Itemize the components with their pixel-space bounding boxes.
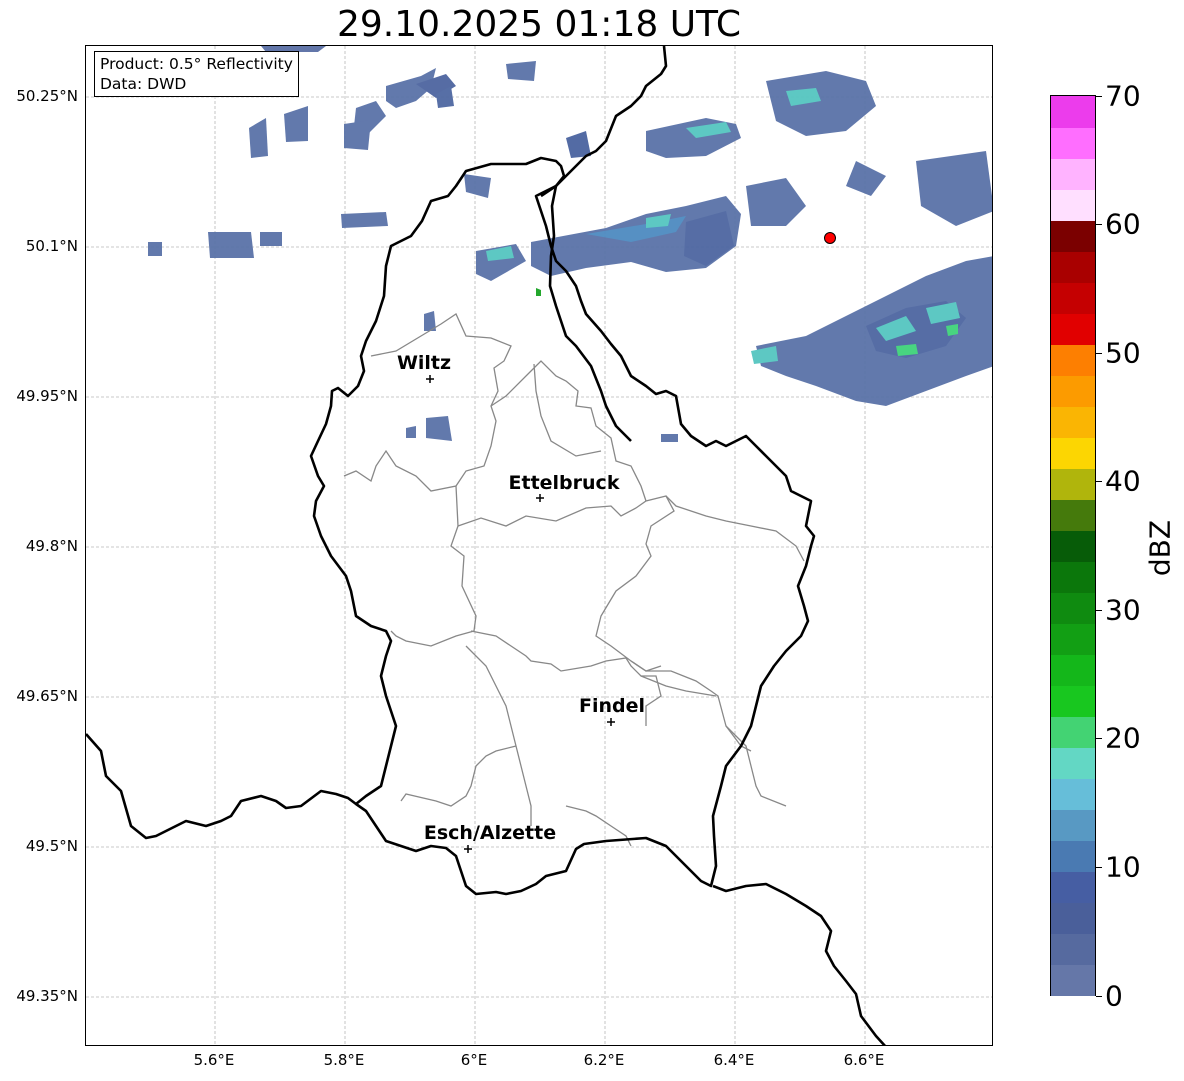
city-label-wiltz: Wiltz <box>397 352 451 374</box>
colorbar-segment <box>1051 437 1095 469</box>
colorbar-segment <box>1051 530 1095 562</box>
colorbar-tick-label: 50 <box>1105 336 1141 370</box>
city-label-findel: Findel <box>579 695 645 717</box>
lon-label: 6.4°E <box>713 1051 755 1069</box>
colorbar-segment <box>1051 654 1095 686</box>
colorbar-segment <box>1051 282 1095 314</box>
lon-label: 5.8°E <box>323 1051 365 1069</box>
colorbar-segment <box>1051 592 1095 624</box>
map-panel[interactable]: Wiltz Ettelbruck Findel Esch/Alzette <box>85 45 993 1046</box>
lon-label: 5.6°E <box>193 1051 235 1069</box>
colorbar-segment <box>1051 468 1095 500</box>
lat-label: 49.35°N <box>16 987 78 1005</box>
gridlines <box>86 46 992 1045</box>
map-canvas: Wiltz Ettelbruck Findel Esch/Alzette <box>86 46 992 1045</box>
colorbar-segment <box>1051 499 1095 531</box>
colorbar-segment <box>1051 840 1095 872</box>
lon-label: 6.6°E <box>843 1051 885 1069</box>
colorbar-segment <box>1051 778 1095 810</box>
colorbar-segment <box>1051 375 1095 407</box>
colorbar-tick-label: 30 <box>1105 593 1141 627</box>
data-source-label: Data: DWD <box>100 75 187 93</box>
lat-label: 49.8°N <box>25 537 78 555</box>
colorbar-segment <box>1051 96 1095 128</box>
city-marker-findel: Findel <box>579 695 645 726</box>
colorbar-segment <box>1051 623 1095 655</box>
colorbar-segment <box>1051 964 1095 996</box>
city-marker-ettelbruck: Ettelbruck <box>509 472 620 502</box>
colorbar-segment <box>1051 344 1095 376</box>
colorbar-segment <box>1051 902 1095 934</box>
colorbar-segment <box>1051 251 1095 283</box>
city-label-ettelbruck: Ettelbruck <box>509 472 620 494</box>
colorbar-tick-label: 10 <box>1105 850 1141 884</box>
lat-label: 49.5°N <box>25 837 78 855</box>
colorbar-segment <box>1051 716 1095 748</box>
colorbar-segment <box>1051 406 1095 438</box>
lat-label: 50.25°N <box>16 87 78 105</box>
colorbar-tick-label: 40 <box>1105 464 1141 498</box>
colorbar-segment <box>1051 809 1095 841</box>
colorbar-segment <box>1051 158 1095 190</box>
radar-echoes <box>148 46 992 442</box>
lat-label: 49.65°N <box>16 687 78 705</box>
colorbar-tick-label: 20 <box>1105 721 1141 755</box>
product-label: Product: 0.5° Reflectivity <box>100 55 293 73</box>
lat-label: 50.1°N <box>25 237 78 255</box>
colorbar-title: dBZ <box>1143 519 1177 577</box>
colorbar-segment <box>1051 220 1095 252</box>
colorbar-segment <box>1051 747 1095 779</box>
map-title: 29.10.2025 01:18 UTC <box>336 4 742 45</box>
colorbar-segment <box>1051 933 1095 965</box>
colorbar-segment <box>1051 127 1095 159</box>
colorbar-tick-label: 0 <box>1105 979 1123 1013</box>
radar-site-marker <box>824 232 836 244</box>
colorbar-segment <box>1051 871 1095 903</box>
colorbar-tick-label: 60 <box>1105 207 1141 241</box>
colorbar-segment <box>1051 189 1095 221</box>
product-info-box: Product: 0.5° Reflectivity Data: DWD <box>94 51 299 97</box>
colorbar <box>1050 95 1096 996</box>
city-marker-wiltz: Wiltz <box>397 352 451 383</box>
lat-label: 49.95°N <box>16 387 78 405</box>
lon-label: 6°E <box>460 1051 488 1069</box>
colorbar-segment <box>1051 561 1095 593</box>
colorbar-segment <box>1051 685 1095 717</box>
colorbar-segment <box>1051 313 1095 345</box>
colorbar-tick-label: 70 <box>1105 79 1141 113</box>
lon-label: 6.2°E <box>583 1051 625 1069</box>
city-label-esch-alzette: Esch/Alzette <box>424 822 556 844</box>
